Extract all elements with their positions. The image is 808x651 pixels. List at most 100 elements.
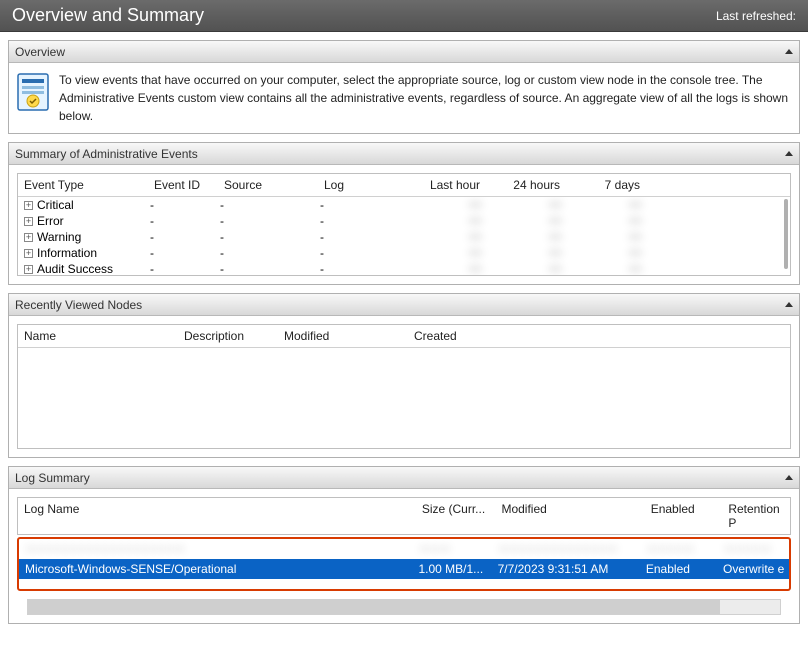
table-row[interactable]: +Critical - - - 00 00 00 bbox=[18, 197, 790, 213]
expand-icon[interactable]: + bbox=[24, 249, 33, 258]
expand-icon[interactable]: + bbox=[24, 233, 33, 242]
col-last-hour[interactable]: Last hour bbox=[418, 174, 498, 196]
log-size: 1.00 MB/1... bbox=[418, 562, 497, 576]
page-title: Overview and Summary bbox=[12, 5, 204, 26]
col-log[interactable]: Log bbox=[318, 174, 418, 196]
row-source: - bbox=[220, 198, 320, 212]
section-overview-body: To view events that have occurred on you… bbox=[9, 63, 799, 133]
row-source: - bbox=[220, 262, 320, 275]
row-log: - bbox=[320, 246, 420, 260]
section-log-summary: Log Summary Log Name Size (Curr... Modif… bbox=[8, 466, 800, 624]
col-created[interactable]: Created bbox=[408, 325, 538, 347]
scrollbar-thumb[interactable] bbox=[28, 600, 720, 614]
collapse-icon bbox=[785, 475, 793, 480]
row-log: - bbox=[320, 214, 420, 228]
log-enabled: Enabled bbox=[646, 562, 723, 576]
admin-events-grid: Event Type Event ID Source Log Last hour… bbox=[17, 173, 791, 276]
row-7d: 00 bbox=[580, 230, 660, 244]
table-row[interactable]: XXXXXXXXXXXXXXXXXXXX XXXX XXXXXXXXXXXXXX… bbox=[19, 539, 789, 559]
log-body: XXXXXXXXXXXXXXXXXXXX XXXX XXXXXXXXXXXXXX… bbox=[19, 539, 789, 589]
col-7-days[interactable]: 7 days bbox=[578, 174, 658, 196]
section-admin-events-title: Summary of Administrative Events bbox=[15, 147, 198, 161]
row-24h: 00 bbox=[500, 230, 580, 244]
log-modified: 7/7/2023 9:31:51 AM bbox=[498, 562, 646, 576]
row-lasthour: 00 bbox=[420, 214, 500, 228]
col-description[interactable]: Description bbox=[178, 325, 278, 347]
col-name[interactable]: Name bbox=[18, 325, 178, 347]
row-lasthour: 00 bbox=[420, 198, 500, 212]
content-area: Overview To view events that have occurr… bbox=[0, 32, 808, 651]
col-retention[interactable]: Retention P bbox=[722, 498, 790, 534]
log-name: XXXXXXXXXXXXXXXXXXXX bbox=[25, 542, 419, 556]
recent-grid: Name Description Modified Created bbox=[17, 324, 791, 449]
table-row[interactable]: + Error - - - 00 00 00 bbox=[18, 213, 790, 229]
titlebar: Overview and Summary Last refreshed: bbox=[0, 0, 808, 32]
table-row-selected[interactable]: Microsoft-Windows-SENSE/Operational 1.00… bbox=[19, 559, 789, 579]
scrollbar-horizontal[interactable] bbox=[27, 599, 781, 615]
section-overview-header[interactable]: Overview bbox=[9, 41, 799, 63]
table-row[interactable]: +Audit Success - - - 00 00 00 bbox=[18, 261, 790, 275]
col-modified[interactable]: Modified bbox=[278, 325, 408, 347]
col-24-hours[interactable]: 24 hours bbox=[498, 174, 578, 196]
section-overview-title: Overview bbox=[15, 45, 65, 59]
row-7d: 00 bbox=[580, 246, 660, 260]
expand-icon[interactable]: + bbox=[24, 217, 33, 226]
overview-text: To view events that have occurred on you… bbox=[59, 71, 791, 125]
section-recent-header[interactable]: Recently Viewed Nodes bbox=[9, 294, 799, 316]
col-source[interactable]: Source bbox=[218, 174, 318, 196]
table-row[interactable]: +Warning - - - 00 00 00 bbox=[18, 229, 790, 245]
row-7d: 00 bbox=[580, 198, 660, 212]
expand-icon[interactable]: + bbox=[24, 201, 33, 210]
admin-events-columns[interactable]: Event Type Event ID Source Log Last hour… bbox=[18, 174, 790, 197]
col-enabled[interactable]: Enabled bbox=[645, 498, 723, 534]
collapse-icon bbox=[785, 151, 793, 156]
section-log-header[interactable]: Log Summary bbox=[9, 467, 799, 489]
row-source: - bbox=[220, 230, 320, 244]
section-log-title: Log Summary bbox=[15, 471, 90, 485]
row-lasthour: 00 bbox=[420, 262, 500, 275]
row-source: - bbox=[220, 246, 320, 260]
log-grid: Log Name Size (Curr... Modified Enabled … bbox=[17, 497, 791, 615]
section-admin-events-header[interactable]: Summary of Administrative Events bbox=[9, 143, 799, 165]
row-eventid: - bbox=[150, 214, 220, 228]
row-7d: 00 bbox=[580, 214, 660, 228]
row-log: - bbox=[320, 262, 420, 275]
col-event-type[interactable]: Event Type bbox=[18, 174, 148, 196]
section-recent-title: Recently Viewed Nodes bbox=[15, 298, 142, 312]
scrollbar-vertical[interactable] bbox=[784, 199, 788, 269]
row-source: - bbox=[220, 214, 320, 228]
row-log: - bbox=[320, 230, 420, 244]
section-overview: Overview To view events that have occurr… bbox=[8, 40, 800, 134]
row-7d: 00 bbox=[580, 262, 660, 275]
section-recent-nodes: Recently Viewed Nodes Name Description M… bbox=[8, 293, 800, 458]
collapse-icon bbox=[785, 49, 793, 54]
event-viewer-icon bbox=[17, 73, 49, 111]
row-log: - bbox=[320, 198, 420, 212]
row-type: Information bbox=[37, 246, 97, 260]
log-retention: XXXXXX bbox=[724, 542, 783, 556]
row-eventid: - bbox=[150, 198, 220, 212]
log-name: Microsoft-Windows-SENSE/Operational bbox=[25, 562, 418, 576]
row-24h: 00 bbox=[500, 214, 580, 228]
row-eventid: - bbox=[150, 246, 220, 260]
admin-events-body: + Critical - - - 00 00 00 + Error - - - 00 bbox=[18, 197, 790, 275]
row-type: Error bbox=[37, 214, 64, 228]
row-lasthour: 00 bbox=[420, 246, 500, 260]
col-size[interactable]: Size (Curr... bbox=[416, 498, 496, 534]
row-24h: 00 bbox=[500, 262, 580, 275]
expand-icon[interactable]: + bbox=[24, 265, 33, 274]
section-admin-events: Summary of Administrative Events Event T… bbox=[8, 142, 800, 285]
log-columns[interactable]: Log Name Size (Curr... Modified Enabled … bbox=[17, 497, 791, 535]
recent-columns[interactable]: Name Description Modified Created bbox=[18, 325, 790, 348]
row-24h: 00 bbox=[500, 246, 580, 260]
col-log-name[interactable]: Log Name bbox=[18, 498, 416, 534]
col-event-id[interactable]: Event ID bbox=[148, 174, 218, 196]
row-type: Warning bbox=[37, 230, 81, 244]
row-type: Critical bbox=[37, 198, 74, 212]
table-row[interactable]: + Information - - - 00 00 00 bbox=[18, 245, 790, 261]
log-retention: Overwrite e bbox=[723, 562, 783, 576]
col-modified[interactable]: Modified bbox=[495, 498, 644, 534]
log-enabled: XXXXXX bbox=[646, 542, 723, 556]
log-size: XXXX bbox=[419, 542, 498, 556]
collapse-icon bbox=[785, 302, 793, 307]
